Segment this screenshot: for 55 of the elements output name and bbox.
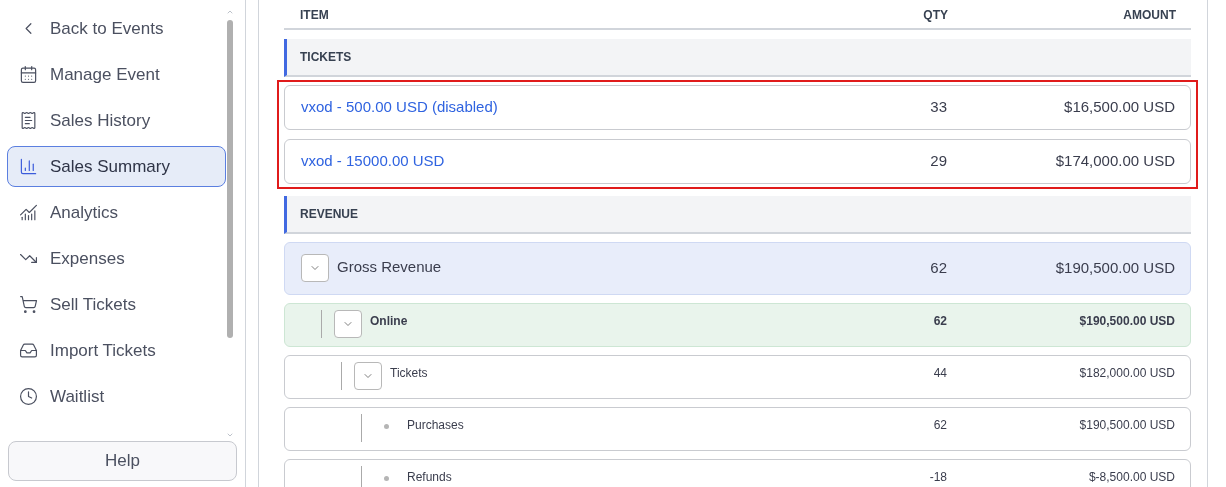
- ticket-link[interactable]: vxod - 15000.00 USD: [301, 150, 847, 173]
- bar-chart-icon: [19, 157, 38, 176]
- row-label: Online: [370, 313, 408, 330]
- amount-cell-text: $-8,500.00 USD: [1087, 469, 1175, 486]
- sidebar-item[interactable]: Back to Events: [7, 8, 226, 49]
- section-header: REVENUE: [284, 196, 1191, 234]
- sidebar-item[interactable]: Expenses: [7, 238, 226, 279]
- calendar-icon: [19, 65, 38, 84]
- sidebar-item[interactable]: Sell Tickets: [7, 284, 226, 325]
- expand-toggle[interactable]: [334, 310, 362, 338]
- scroll-down-icon: [226, 431, 234, 439]
- cart-icon: [19, 295, 38, 314]
- column-header: AMOUNT: [1122, 7, 1176, 24]
- indent-line: [361, 414, 362, 442]
- amount-cell-text: $16,500.00 USD: [1063, 97, 1175, 118]
- amount-cell-text: $190,500.00 USD: [1078, 313, 1175, 330]
- amount-cell-text: $190,500.00 USD: [1078, 417, 1175, 434]
- scrollbar-thumb[interactable]: [227, 20, 233, 338]
- qty-cell-text: 33: [929, 97, 947, 118]
- sidebar-item[interactable]: Sales History: [7, 100, 226, 141]
- row-label: Refunds: [407, 469, 452, 486]
- amount-cell-text: $182,000.00 USD: [1078, 365, 1175, 382]
- section-header: TICKETS: [284, 39, 1191, 77]
- help-button[interactable]: Help: [8, 441, 237, 481]
- amount-cell-text: $190,500.00 USD: [1054, 258, 1175, 279]
- qty-cell-text: 44: [932, 365, 947, 382]
- expand-toggle[interactable]: [354, 362, 382, 390]
- scroll-up-icon: [226, 8, 234, 16]
- row-label: Purchases: [407, 417, 464, 434]
- sidebar-item[interactable]: Manage Event: [7, 54, 226, 95]
- column-header: ITEM: [300, 7, 330, 24]
- indent-line: [321, 310, 322, 338]
- bullet-icon: [384, 424, 389, 429]
- qty-cell-text: -18: [928, 469, 947, 486]
- bullet-icon: [384, 476, 389, 481]
- column-header: QTY: [922, 7, 948, 24]
- qty-cell-text: 62: [929, 258, 947, 279]
- indent-line: [361, 466, 362, 487]
- sidebar-item[interactable]: Analytics: [7, 192, 226, 233]
- sidebar-item[interactable]: Waitlist: [7, 376, 226, 417]
- qty-cell-text: 62: [932, 313, 947, 330]
- inbox-icon: [19, 341, 38, 360]
- expand-toggle[interactable]: [301, 253, 329, 282]
- ticket-link[interactable]: vxod - 500.00 USD (disabled): [301, 96, 847, 119]
- sidebar-item[interactable]: Sales Summary: [7, 146, 226, 187]
- receipt-icon: [19, 111, 38, 130]
- amount-cell-text: $174,000.00 USD: [1054, 151, 1175, 172]
- analytics-chart-icon: [19, 203, 38, 222]
- indent-line: [341, 362, 342, 390]
- qty-cell-text: 62: [932, 417, 947, 434]
- sidebar-item[interactable]: Import Tickets: [7, 330, 226, 371]
- row-label: Gross Revenue: [337, 256, 442, 277]
- qty-cell-text: 29: [929, 151, 947, 172]
- clock-icon: [19, 387, 38, 406]
- row-label: Tickets: [390, 365, 428, 382]
